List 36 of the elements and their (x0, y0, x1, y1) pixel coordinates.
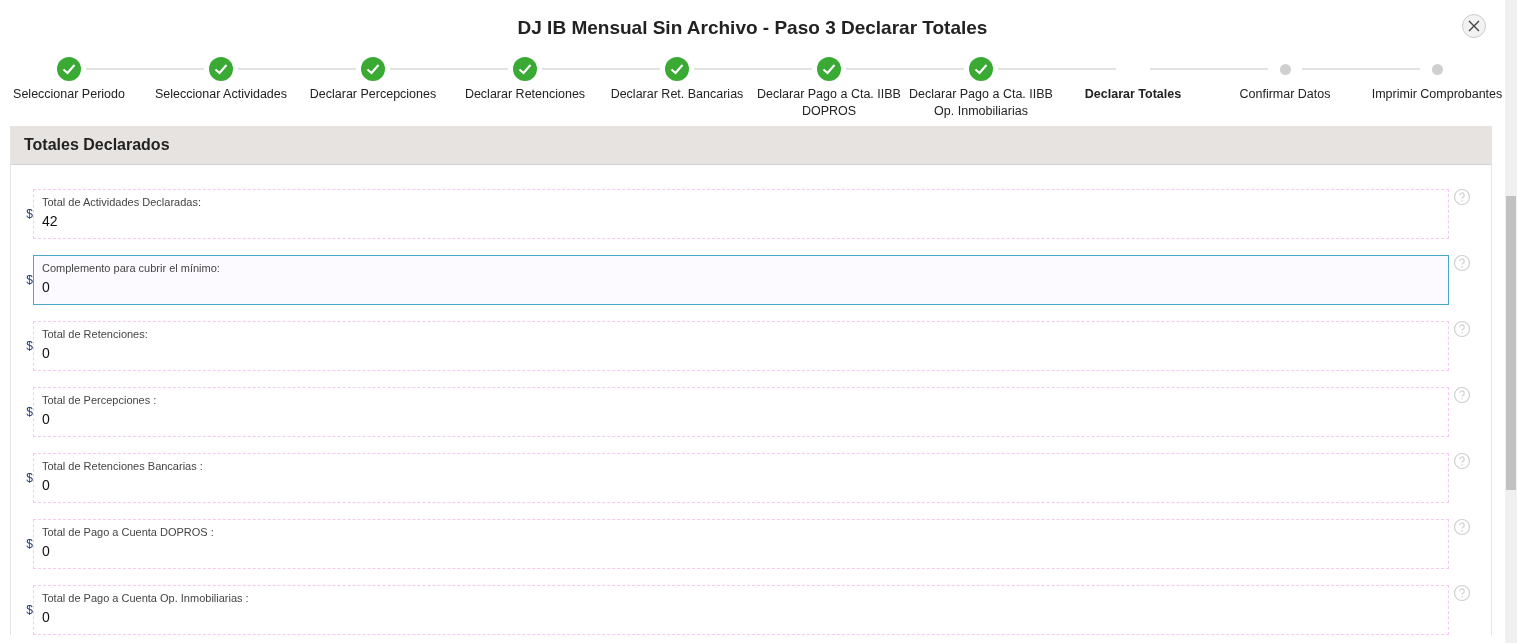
step-label: Seleccionar Periodo (12, 86, 126, 103)
currency-sign: $ (25, 206, 33, 221)
help-icon[interactable] (1453, 320, 1471, 338)
step-label: Seleccionar Actividades (154, 86, 288, 103)
currency-sign: $ (25, 338, 33, 353)
currency-sign: $ (25, 470, 33, 485)
amount-field[interactable]: Total de Retenciones: 0 (33, 321, 1449, 371)
dialog-title: DJ IB Mensual Sin Archivo - Paso 3 Declarar Totales (517, 16, 988, 39)
step-label: Imprimir Comprobantes (1370, 86, 1504, 103)
step-label: Confirmar Datos (1238, 86, 1332, 103)
amount-field[interactable]: Total de Retenciones Bancarias : 0 (33, 453, 1449, 503)
currency-sign: $ (25, 602, 33, 617)
currency-sign: $ (25, 272, 33, 287)
help-icon[interactable] (1453, 386, 1471, 404)
amount-field[interactable]: Complemento para cubrir el mínimo: 0 (33, 255, 1449, 305)
help-icon[interactable] (1453, 518, 1471, 536)
help-icon[interactable] (1453, 254, 1471, 272)
help-icon[interactable] (1453, 188, 1471, 206)
panel-header: Totales Declarados (11, 126, 1491, 165)
amount-field[interactable]: Total de Pago a Cuenta Op. Inmobiliarias : 0 (33, 585, 1449, 635)
amount-field[interactable]: Total de Percepciones : 0 (33, 387, 1449, 437)
help-icon[interactable] (1453, 452, 1471, 470)
amount-field[interactable]: Total de Pago a Cuenta DOPROS : 0 (33, 519, 1449, 569)
currency-sign: $ (25, 536, 33, 551)
step-label: Declarar Retenciones (463, 86, 587, 103)
step-label: Declarar Pago a Cta. IIBB Op. Inmobiliarias (908, 86, 1054, 120)
step-label: Declarar Ret. Bancarias (609, 86, 745, 103)
currency-sign: $ (25, 404, 33, 419)
close-button[interactable] (1462, 14, 1486, 38)
scrollbar-thumb[interactable] (1506, 196, 1516, 490)
step-label: Declarar Pago a Cta. IIBB DOPROS (756, 86, 902, 120)
help-icon[interactable] (1453, 584, 1471, 602)
amount-field[interactable]: Total de Actividades Declaradas: 42 (33, 189, 1449, 239)
close-icon (1468, 20, 1480, 32)
step-label: Declarar Totales (1083, 86, 1183, 103)
step-label: Declarar Percepciones (308, 86, 438, 103)
